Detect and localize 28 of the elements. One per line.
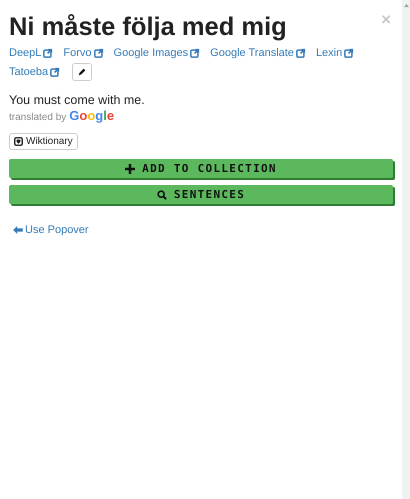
plus-icon xyxy=(125,164,136,174)
link[interactable]: Lexin xyxy=(316,45,342,61)
add-to-collection-button[interactable]: ADD TO COLLECTION xyxy=(9,159,393,178)
arrow-left-icon xyxy=(13,226,23,234)
credit-text: translated by xyxy=(9,111,66,125)
external-link-icon xyxy=(344,48,354,58)
heading: Ni måste följa med mig xyxy=(9,12,287,42)
search-icon xyxy=(156,190,167,200)
link[interactable]: Forvo xyxy=(63,45,92,61)
link[interactable]: Google Images xyxy=(114,45,188,61)
wiktionary-icon xyxy=(14,137,23,146)
link[interactable]: Google Translate xyxy=(210,45,294,61)
link[interactable]: Tatoeba xyxy=(9,64,48,80)
external-link-icon xyxy=(43,48,54,58)
translation-text: You must come with me. xyxy=(9,92,146,108)
external-link-icon xyxy=(94,48,104,58)
external-link-icon xyxy=(50,67,60,77)
scroll-up-icon[interactable] xyxy=(402,3,410,8)
sentences-button[interactable]: SENTENCES xyxy=(9,185,393,204)
edit-button[interactable] xyxy=(72,63,92,81)
use-popover-link[interactable]: Use Popover xyxy=(13,224,89,236)
google-logo: Google xyxy=(69,108,114,124)
external-link-icon xyxy=(296,48,306,58)
external-link-icon xyxy=(190,48,200,58)
pencil-icon xyxy=(77,67,88,77)
link[interactable]: DeepL xyxy=(9,45,42,61)
wiktionary-button[interactable]: Wiktionary xyxy=(9,133,78,150)
scrollbar[interactable] xyxy=(402,0,410,499)
